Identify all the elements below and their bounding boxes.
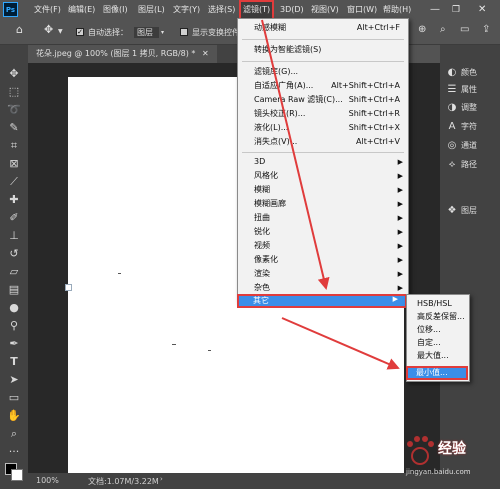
annotation-arrows <box>261 19 400 370</box>
watermark-text: 经验 <box>438 441 466 457</box>
paw-logo-icon <box>407 436 434 465</box>
annotation-arrow-to-other <box>261 19 330 290</box>
annotation-arrow-to-minimum <box>281 317 400 370</box>
watermark-url: jingyan.baidu.com <box>406 468 471 476</box>
watermark: 经验 jingyan.baidu.com <box>400 430 500 480</box>
